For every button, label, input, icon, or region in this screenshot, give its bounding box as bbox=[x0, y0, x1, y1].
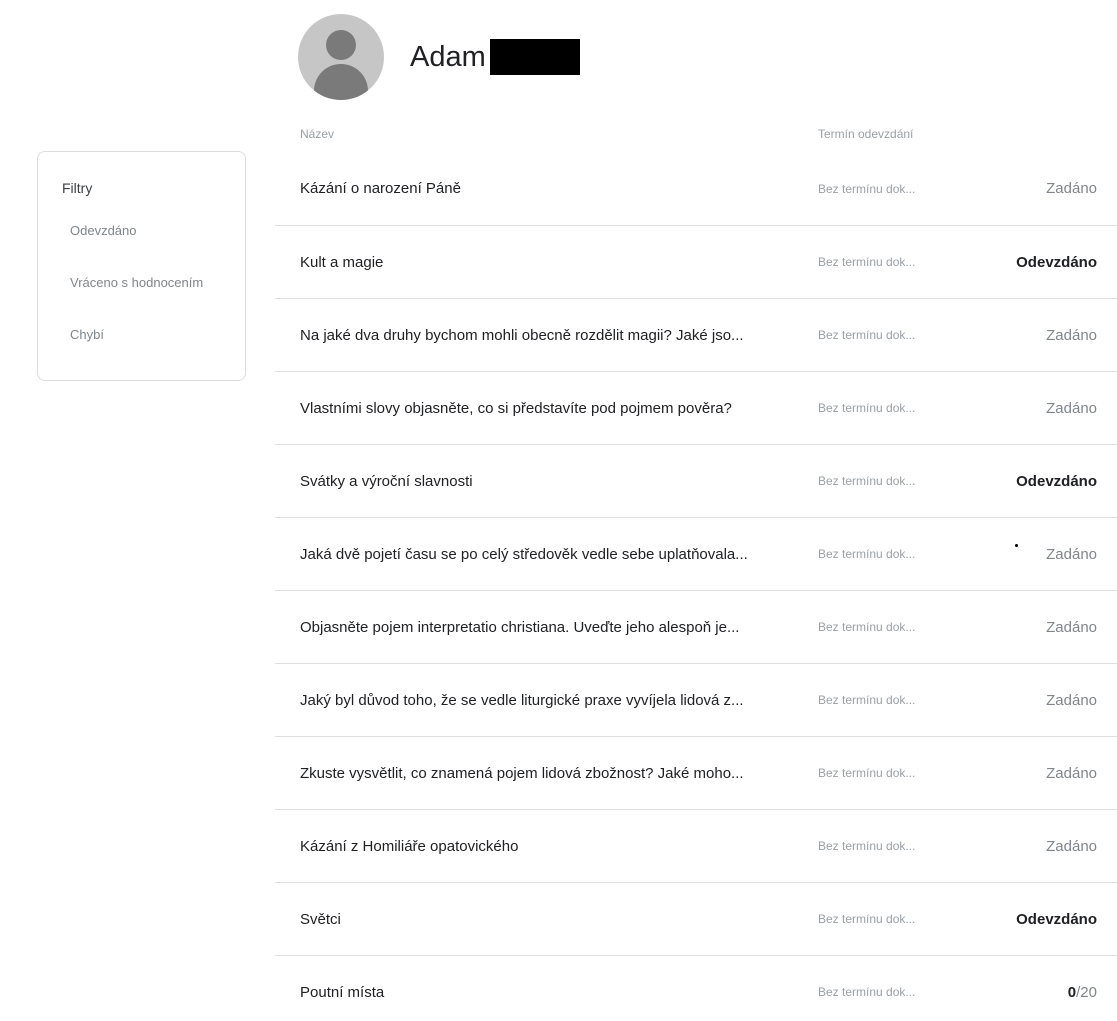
assignment-title[interactable]: Světci bbox=[300, 911, 810, 928]
assignment-due: Bez termínu dok... bbox=[818, 401, 916, 415]
table-row[interactable]: Vlastními slovy objasněte, co si předsta… bbox=[275, 371, 1117, 444]
filter-list: Odevzdáno Vráceno s hodnocením Chybí bbox=[38, 224, 245, 380]
table-row[interactable]: Jaký byl důvod toho, že se vedle liturgi… bbox=[275, 663, 1117, 736]
assignment-list: Kázání o narození Páně Bez termínu dok..… bbox=[275, 152, 1117, 1021]
dot-mark bbox=[1015, 544, 1018, 547]
assignment-title[interactable]: Objasněte pojem interpretatio christiana… bbox=[300, 619, 810, 636]
student-first-name: Adam bbox=[410, 40, 486, 73]
assignment-title[interactable]: Na jaké dva druhy bychom mohli obecně ro… bbox=[300, 327, 810, 344]
avatar-body-shape bbox=[314, 64, 368, 100]
assignment-status: Zadáno bbox=[1046, 180, 1097, 197]
table-row[interactable]: Kázání z Homiliáře opatovického Bez term… bbox=[275, 809, 1117, 882]
student-work-page: Adam Filtry Odevzdáno Vráceno s hodnocen… bbox=[0, 0, 1117, 1021]
filter-item-turned-in[interactable]: Odevzdáno bbox=[38, 224, 245, 276]
student-name: Adam bbox=[410, 39, 580, 75]
filter-item-returned-graded[interactable]: Vráceno s hodnocením bbox=[38, 276, 245, 328]
table-row[interactable]: Zkuste vysvětlit, co znamená pojem lidov… bbox=[275, 736, 1117, 809]
assignment-due: Bez termínu dok... bbox=[818, 474, 916, 488]
assignment-title[interactable]: Svátky a výroční slavnosti bbox=[300, 473, 810, 490]
assignment-status: Zadáno bbox=[1046, 837, 1097, 855]
assignment-due: Bez termínu dok... bbox=[818, 766, 916, 780]
assignment-title[interactable]: Kult a magie bbox=[300, 254, 810, 271]
assignment-title[interactable]: Zkuste vysvětlit, co znamená pojem lidov… bbox=[300, 765, 810, 782]
name-redaction bbox=[489, 39, 580, 75]
assignment-grade: 0/20 bbox=[1068, 984, 1097, 1001]
assignment-title[interactable]: Poutní místa bbox=[300, 984, 810, 1001]
table-row[interactable]: Kult a magie Bez termínu dok... Odevzdán… bbox=[275, 225, 1117, 298]
table-row[interactable]: Kázání o narození Páně Bez termínu dok..… bbox=[275, 152, 1117, 225]
assignment-title[interactable]: Vlastními slovy objasněte, co si předsta… bbox=[300, 400, 810, 417]
table-row[interactable]: Světci Bez termínu dok... Odevzdáno bbox=[275, 882, 1117, 955]
table-row[interactable]: Svátky a výroční slavnosti Bez termínu d… bbox=[275, 444, 1117, 517]
assignment-title[interactable]: Kázání o narození Páně bbox=[300, 180, 810, 197]
assignment-due: Bez termínu dok... bbox=[818, 839, 916, 853]
grade-max: /20 bbox=[1076, 983, 1097, 1001]
assignment-status: Zadáno bbox=[1046, 326, 1097, 344]
assignment-status: Zadáno bbox=[1046, 618, 1097, 636]
assignment-due: Bez termínu dok... bbox=[818, 181, 916, 196]
filters-card: Filtry Odevzdáno Vráceno s hodnocením Ch… bbox=[37, 151, 246, 381]
assignment-due: Bez termínu dok... bbox=[818, 547, 916, 561]
column-header-due-date: Termín odevzdání bbox=[818, 127, 914, 141]
table-header: Název Termín odevzdání bbox=[275, 117, 1117, 149]
assignment-due: Bez termínu dok... bbox=[818, 693, 916, 707]
column-header-name: Název bbox=[300, 127, 335, 141]
assignment-title[interactable]: Jaká dvě pojetí času se po celý středově… bbox=[300, 546, 810, 563]
table-row[interactable]: Na jaké dva druhy bychom mohli obecně ro… bbox=[275, 298, 1117, 371]
table-row[interactable]: Jaká dvě pojetí času se po celý středově… bbox=[275, 517, 1117, 590]
assignment-status: Zadáno bbox=[1046, 545, 1097, 563]
assignment-due: Bez termínu dok... bbox=[818, 912, 916, 926]
assignment-title[interactable]: Kázání z Homiliáře opatovického bbox=[300, 838, 810, 855]
assignment-title[interactable]: Jaký byl důvod toho, že se vedle liturgi… bbox=[300, 692, 810, 709]
grade-value: 0 bbox=[1067, 983, 1077, 1001]
table-row[interactable]: Poutní místa Bez termínu dok... 0/20 bbox=[275, 955, 1117, 1021]
assignment-status: Zadáno bbox=[1046, 764, 1097, 782]
assignment-status: Odevzdáno bbox=[1016, 253, 1097, 271]
assignment-status: Zadáno bbox=[1046, 691, 1097, 709]
assignment-status: Zadáno bbox=[1046, 399, 1097, 417]
assignment-due: Bez termínu dok... bbox=[818, 328, 916, 342]
assignment-due: Bez termínu dok... bbox=[818, 985, 916, 999]
student-header: Adam bbox=[298, 12, 580, 102]
assignment-due: Bez termínu dok... bbox=[818, 620, 916, 634]
table-row[interactable]: Objasněte pojem interpretatio christiana… bbox=[275, 590, 1117, 663]
assignment-status: Odevzdáno bbox=[1016, 910, 1097, 928]
avatar-head-shape bbox=[326, 30, 356, 60]
assignment-status: Odevzdáno bbox=[1016, 472, 1097, 490]
assignment-due: Bez termínu dok... bbox=[818, 255, 916, 269]
filter-item-missing[interactable]: Chybí bbox=[38, 328, 245, 380]
filters-title: Filtry bbox=[62, 180, 93, 196]
avatar bbox=[298, 14, 384, 100]
